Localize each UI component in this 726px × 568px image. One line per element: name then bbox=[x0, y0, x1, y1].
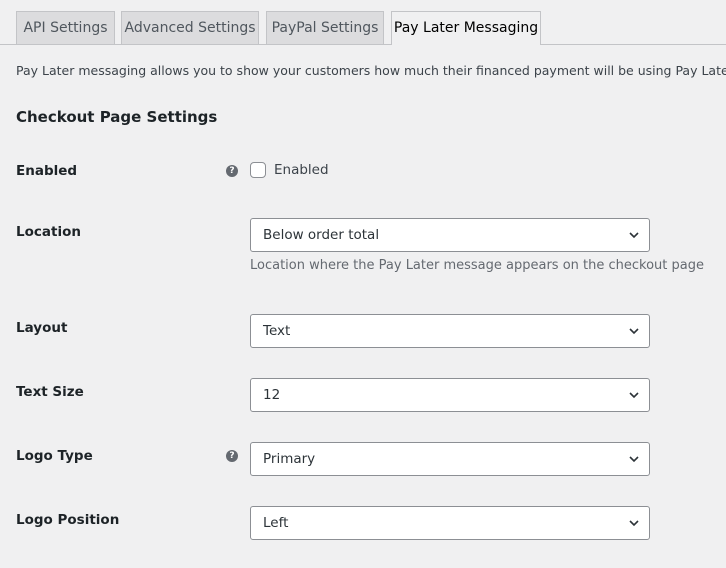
logo-type-select-value: Primary bbox=[263, 451, 316, 467]
chevron-down-icon bbox=[629, 232, 639, 239]
text-size-label: Text Size bbox=[16, 384, 84, 400]
location-label: Location bbox=[16, 224, 81, 240]
layout-select[interactable]: Text bbox=[250, 314, 650, 348]
chevron-down-icon bbox=[629, 520, 639, 527]
intro-text: Pay Later messaging allows you to show y… bbox=[16, 63, 726, 78]
layout-label: Layout bbox=[16, 320, 68, 336]
tab-divider bbox=[0, 44, 726, 45]
section-title: Checkout Page Settings bbox=[16, 108, 218, 126]
logo-type-select[interactable]: Primary bbox=[250, 442, 650, 476]
location-select[interactable]: Below order total bbox=[250, 218, 650, 252]
help-icon[interactable]: ? bbox=[226, 450, 238, 462]
location-description: Location where the Pay Later message app… bbox=[250, 258, 704, 273]
tab-advanced-settings[interactable]: Advanced Settings bbox=[121, 11, 259, 44]
enabled-checkbox-label[interactable]: Enabled bbox=[274, 162, 329, 178]
text-size-select-value: 12 bbox=[263, 387, 281, 403]
layout-select-value: Text bbox=[263, 323, 291, 339]
chevron-down-icon bbox=[629, 328, 639, 335]
logo-position-select-value: Left bbox=[263, 515, 289, 531]
tab-paypal-settings[interactable]: PayPal Settings bbox=[266, 11, 384, 44]
help-icon[interactable]: ? bbox=[226, 165, 238, 177]
logo-position-label: Logo Position bbox=[16, 512, 120, 528]
chevron-down-icon bbox=[629, 456, 639, 463]
enabled-label: Enabled bbox=[16, 163, 78, 179]
location-select-value: Below order total bbox=[263, 227, 380, 243]
tab-pay-later-messaging[interactable]: Pay Later Messaging bbox=[391, 11, 541, 45]
text-size-select[interactable]: 12 bbox=[250, 378, 650, 412]
chevron-down-icon bbox=[629, 392, 639, 399]
settings-tabs: API Settings Advanced Settings PayPal Se… bbox=[0, 0, 726, 45]
enabled-checkbox[interactable] bbox=[250, 162, 266, 178]
logo-position-select[interactable]: Left bbox=[250, 506, 650, 540]
tab-api-settings[interactable]: API Settings bbox=[16, 11, 115, 44]
logo-type-label: Logo Type bbox=[16, 448, 93, 464]
settings-page: API Settings Advanced Settings PayPal Se… bbox=[0, 0, 726, 568]
